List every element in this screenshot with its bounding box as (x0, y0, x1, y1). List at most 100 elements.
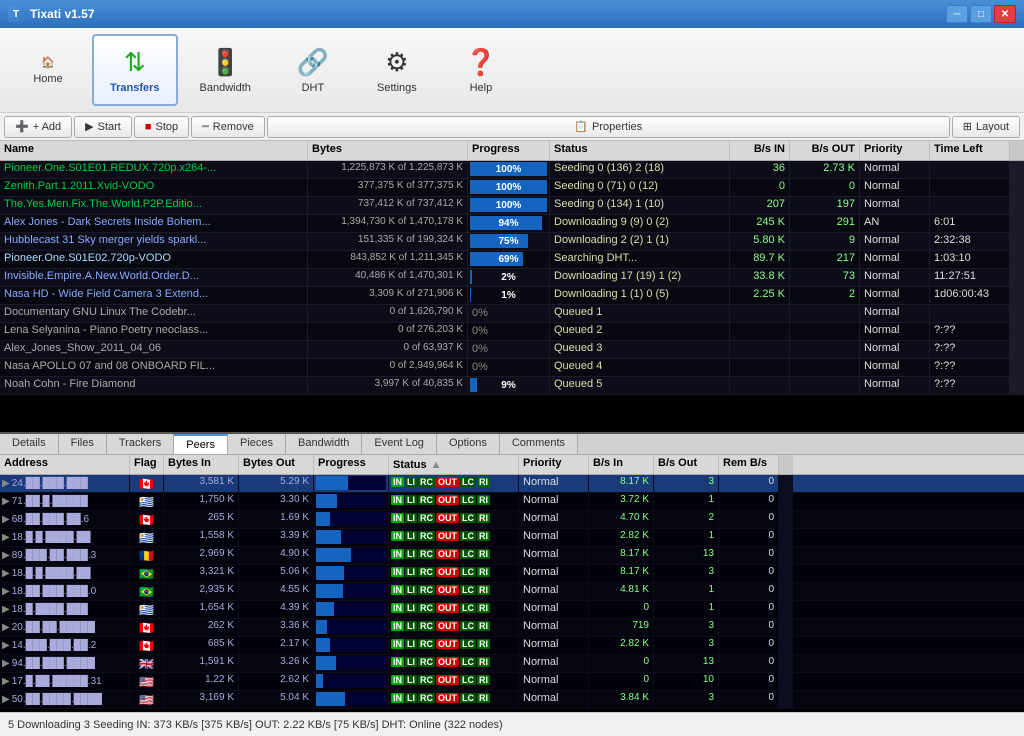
minimize-button[interactable]: ─ (946, 5, 968, 23)
maximize-button[interactable]: □ (970, 5, 992, 23)
peer-row[interactable]: ▶ 94.██.███.████ 🇬🇧 1,591 K 3.26 K IN LI… (0, 655, 1024, 673)
transfer-row[interactable]: Invisible.Empire.A.New.World.Order.D... … (0, 269, 1024, 287)
layout-button[interactable]: ⊞ Layout (952, 116, 1020, 138)
statusbar: 5 Downloading 3 Seeding IN: 373 KB/s [37… (0, 712, 1024, 736)
peer-bsin: 8.17 K (589, 565, 654, 582)
transfer-priority: Normal (860, 161, 930, 178)
properties-button[interactable]: 📋 Properties (267, 116, 950, 138)
dht-label: DHT (302, 82, 325, 94)
peer-row[interactable]: ▶ 71.██.█.█████ 🇺🇾 1,750 K 3.30 K IN LI … (0, 493, 1024, 511)
settings-icon: ⚙ (385, 47, 408, 78)
tab-details[interactable]: Details (0, 434, 59, 454)
transfer-priority: Normal (860, 197, 930, 214)
close-button[interactable]: ✕ (994, 5, 1016, 23)
transfer-row[interactable]: Noah Cohn - Fire Diamond 3,997 K of 40,8… (0, 377, 1024, 395)
transfer-row[interactable]: Alex_Jones_Show_2011_04_06 0 of 63,937 K… (0, 341, 1024, 359)
transfers-button[interactable]: ⇅ Transfers (92, 34, 178, 106)
tab-event log[interactable]: Event Log (362, 434, 437, 454)
in-badge: IN (391, 639, 404, 649)
transfer-bsin: 36 (730, 161, 790, 178)
peer-row[interactable]: ▶ 18.█.████.███ 🇺🇾 1,654 K 4.39 K IN LI … (0, 601, 1024, 619)
peer-row[interactable]: ▶ 17.█.██.█████.31 🇺🇸 1.22 K 2.62 K IN L… (0, 673, 1024, 691)
peer-row[interactable]: ▶ 50.██.████.████ 🇺🇸 3,169 K 5.04 K IN L… (0, 691, 1024, 709)
start-button[interactable]: ▶ Start (74, 116, 132, 138)
peer-priority: Normal (519, 691, 589, 708)
transfer-bytes: 1,225,873 K of 1,225,873 K (308, 161, 468, 178)
peer-rembps: 0 (719, 619, 779, 636)
transfer-status: Queued 4 (550, 359, 730, 376)
bandwidth-button[interactable]: 🚦 Bandwidth (182, 34, 269, 106)
peer-bytesout: 3.30 K (239, 493, 314, 510)
peer-rembps: 0 (719, 655, 779, 672)
tab-options[interactable]: Options (437, 434, 500, 454)
peer-bsin: 3.84 K (589, 691, 654, 708)
transfer-bytes: 737,412 K of 737,412 K (308, 197, 468, 214)
tab-files[interactable]: Files (59, 434, 107, 454)
out-badge: OUT (436, 603, 459, 613)
peer-bytesin: 1,750 K (164, 493, 239, 510)
properties-label: Properties (592, 121, 642, 133)
transfer-progress: 9% (468, 377, 550, 394)
peer-scroll (779, 673, 793, 690)
transfer-progress: 100% (468, 197, 550, 214)
tab-pieces[interactable]: Pieces (228, 434, 286, 454)
stop-button[interactable]: ■ Stop (134, 116, 189, 138)
transfer-row[interactable]: Nasa HD - Wide Field Camera 3 Extend... … (0, 287, 1024, 305)
home-button[interactable]: 🏠 Home (8, 34, 88, 106)
in-badge: IN (391, 549, 404, 559)
in-badge: IN (391, 585, 404, 595)
li-badge: LI (405, 567, 417, 577)
transfer-row[interactable]: Pioneer.One.S01E01.REDUX.720p.x264-... 1… (0, 161, 1024, 179)
transfer-scroll (1010, 233, 1024, 250)
add-button[interactable]: ➕ + Add (4, 116, 72, 138)
li-badge: LI (405, 603, 417, 613)
peer-status-cell: IN LI RC OUT LC RI (389, 493, 519, 510)
transfer-row[interactable]: Pioneer.One.S01E02.720p-VODO 843,852 K o… (0, 251, 1024, 269)
transfer-row[interactable]: Alex Jones - Dark Secrets Inside Bohem..… (0, 215, 1024, 233)
transfers-icon: ⇅ (124, 47, 146, 78)
peer-bsout: 2 (654, 511, 719, 528)
tab-bandwidth[interactable]: Bandwidth (286, 434, 362, 454)
settings-button[interactable]: ⚙ Settings (357, 34, 437, 106)
transfer-bsout (790, 305, 860, 322)
peer-progress (316, 566, 386, 580)
tab-trackers[interactable]: Trackers (107, 434, 174, 454)
transfer-priority: Normal (860, 179, 930, 196)
out-badge: OUT (436, 567, 459, 577)
transfer-bsout: 217 (790, 251, 860, 268)
tab-comments[interactable]: Comments (500, 434, 578, 454)
transfer-row[interactable]: Zenith.Part.1.2011.Xvid-VODO 377,375 K o… (0, 179, 1024, 197)
transfer-bytes: 843,852 K of 1,211,345 K (308, 251, 468, 268)
li-badge: LI (405, 513, 417, 523)
peer-bytesin: 265 K (164, 511, 239, 528)
transfer-row[interactable]: The.Yes.Men.Fix.The.World.P2P.Editio... … (0, 197, 1024, 215)
peer-row[interactable]: ▶ 89.███.██.███.3 🇷🇴 2,969 K 4.90 K IN L… (0, 547, 1024, 565)
help-icon: ❓ (465, 47, 497, 78)
transfer-bsin: 0 (730, 179, 790, 196)
transfer-row[interactable]: Lena Selyanina - Piano Poetry neoclass..… (0, 323, 1024, 341)
transfer-row[interactable]: Documentary GNU Linux The Codebr... 0 of… (0, 305, 1024, 323)
transfer-row[interactable]: Hubblecast 31 Sky merger yields sparkl..… (0, 233, 1024, 251)
peer-bsin: 8.17 K (589, 547, 654, 564)
transfer-priority: Normal (860, 287, 930, 304)
peer-status-cell: IN LI RC OUT LC RI (389, 655, 519, 672)
dht-button[interactable]: 🔗 DHT (273, 34, 353, 106)
transfer-bytes: 1,394,730 K of 1,470,178 K (308, 215, 468, 232)
col-bytes: Bytes (308, 141, 468, 160)
tab-peers[interactable]: Peers (174, 434, 228, 454)
peer-row[interactable]: ▶ 18.█.█.████.██ 🇺🇾 1,558 K 3.39 K IN LI… (0, 529, 1024, 547)
peer-bsin: 3.72 K (589, 493, 654, 510)
peer-row[interactable]: ▶ 14.███.███.██.2 🇨🇦 685 K 2.17 K IN LI … (0, 637, 1024, 655)
help-label: Help (470, 82, 493, 94)
status-badge: IN LI RC OUT LC RI (391, 585, 490, 595)
remove-button[interactable]: ━ Remove (191, 116, 265, 138)
peer-row[interactable]: ▶ 24.██.███.███ 🇨🇦 3,581 K 5.29 K IN LI … (0, 475, 1024, 493)
transfer-row[interactable]: Nasa APOLLO 07 and 08 ONBOARD FIL... 0 o… (0, 359, 1024, 377)
peer-row[interactable]: ▶ 18.█.█.████.██ 🇧🇷 3,321 K 5.06 K IN LI… (0, 565, 1024, 583)
transfer-timeleft: 1:03:10 (930, 251, 1010, 268)
help-button[interactable]: ❓ Help (441, 34, 521, 106)
transfer-list-header: Name Bytes Progress Status B/s IN B/s OU… (0, 141, 1024, 161)
peer-row[interactable]: ▶ 20.██.██.█████ 🇨🇦 262 K 3.36 K IN LI R… (0, 619, 1024, 637)
peer-row[interactable]: ▶ 68.██.███.██.6 🇨🇦 265 K 1.69 K IN LI R… (0, 511, 1024, 529)
peer-row[interactable]: ▶ 18.██.███.███.0 🇧🇷 2,935 K 4.55 K IN L… (0, 583, 1024, 601)
